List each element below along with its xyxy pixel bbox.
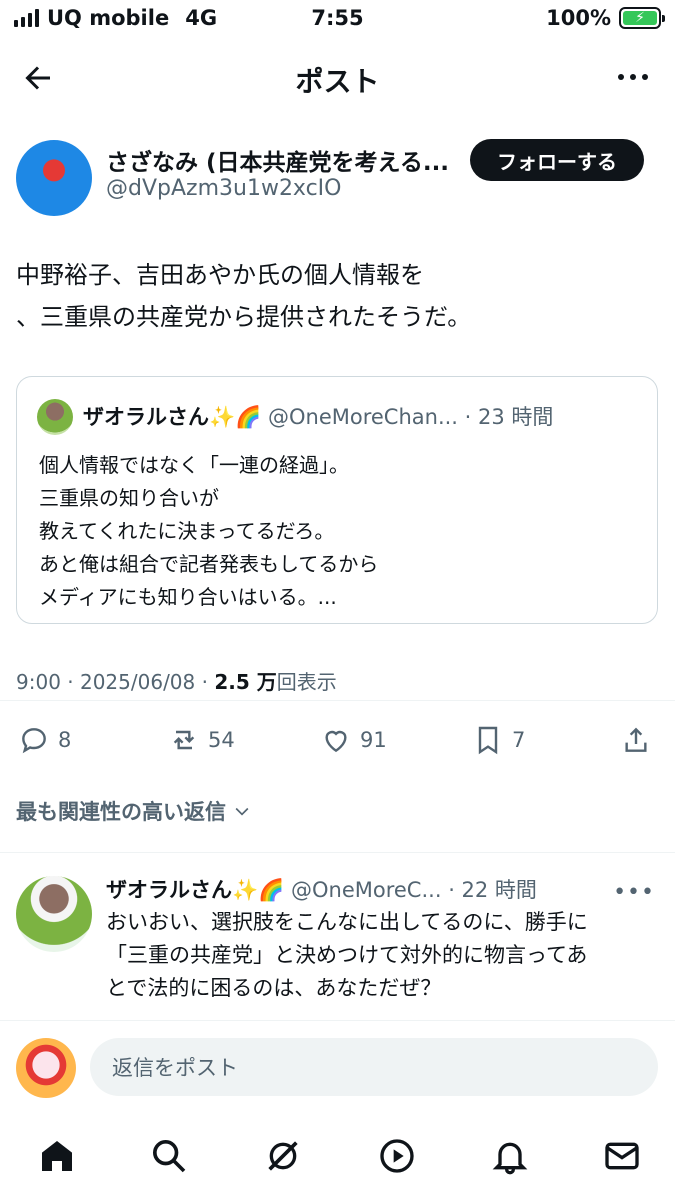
reply-input[interactable]: 返信をポスト (90, 1038, 658, 1096)
quote-timestamp: · 23 時間 (464, 405, 554, 429)
video-icon[interactable] (377, 1136, 417, 1176)
battery-percent: 100% (546, 6, 611, 30)
page-title: ポスト (295, 65, 380, 98)
divider (0, 700, 675, 701)
quote-header: ザオラルさん✨🌈 @OneMoreChan... · 23 時間 (83, 401, 553, 431)
author-handle[interactable]: @dVpAzm3u1w2xcIO (106, 176, 341, 201)
like-button[interactable]: 91 (320, 724, 387, 756)
author-avatar[interactable] (16, 140, 92, 216)
reply-line: おいおい、選択肢をこんなに出してるのに、勝手に (106, 910, 588, 934)
quote-line: あと俺は組合で記者発表もしてるから (39, 552, 379, 576)
quoted-post[interactable]: ザオラルさん✨🌈 @OneMoreChan... · 23 時間 個人情報ではな… (16, 376, 658, 624)
post-timestamp: 9:00 · 2025/06/08 · (16, 670, 215, 694)
view-label: 回表示 (276, 670, 337, 694)
header: ポスト (0, 48, 675, 108)
tweet-line: 、三重県の共産党から提供されたそうだ。 (16, 303, 472, 331)
user-avatar[interactable] (16, 1038, 76, 1098)
share-icon (625, 727, 647, 752)
messages-icon[interactable] (602, 1136, 642, 1176)
quote-line: 教えてくれたに決まってるだろ。 (39, 519, 335, 543)
status-bar: UQ mobile 4G 7:55 100% ⚡ (0, 0, 675, 40)
repost-icon (173, 730, 195, 750)
reply-avatar[interactable] (16, 876, 92, 952)
post-meta: 9:00 · 2025/06/08 · 2.5 万回表示 (16, 666, 337, 695)
tweet-line: 中野裕子、吉田あやか氏の個人情報を (16, 261, 424, 289)
divider (0, 1020, 675, 1021)
like-count: 91 (360, 728, 387, 752)
battery-info: 100% ⚡ (546, 6, 665, 30)
quote-author-name: ザオラルさん✨🌈 (83, 405, 262, 429)
sort-label: 最も関連性の高い返信 (16, 800, 226, 824)
view-count: 2.5 万 (214, 670, 277, 694)
notifications-icon[interactable] (490, 1136, 530, 1176)
heart-icon (325, 730, 347, 753)
reply-icon (22, 728, 46, 754)
quote-avatar (37, 399, 73, 435)
reply-button[interactable]: 8 (18, 724, 71, 756)
quote-line: 三重県の知り合いが (39, 486, 219, 510)
chevron-down-icon (235, 807, 249, 816)
bookmark-icon (478, 726, 498, 755)
quote-line: メディアにも知り合いはいる。... (39, 585, 337, 609)
quote-author-handle: @OneMoreChan... (267, 405, 458, 429)
reply-body: おいおい、選択肢をこんなに出してるのに、勝手に 「三重の共産党」と決めつけて対外… (106, 906, 666, 1005)
bookmark-count: 7 (512, 728, 526, 752)
grok-icon[interactable] (263, 1136, 303, 1176)
tweet-text: 中野裕子、吉田あやか氏の個人情報を 、三重県の共産党から提供されたそうだ。 (16, 254, 656, 338)
repost-count: 54 (208, 728, 235, 752)
author-name[interactable]: さざなみ (日本共産党を考える... (106, 143, 449, 177)
share-button[interactable] (620, 724, 652, 756)
repost-button[interactable]: 54 (168, 724, 235, 756)
reply-more-icon[interactable]: ••• (613, 880, 655, 905)
home-icon[interactable] (37, 1136, 77, 1176)
quote-line: 個人情報ではなく「一連の経過」。 (39, 453, 349, 477)
reply-author-handle[interactable]: @OneMoreC... (291, 878, 442, 902)
reply-line: 「三重の共産党」と決めつけて対外的に物言ってあ (106, 943, 588, 967)
more-options-icon[interactable] (613, 62, 653, 92)
quote-body: 個人情報ではなく「一連の経過」。 三重県の知り合いが 教えてくれたに決まってるだ… (39, 449, 378, 614)
reply-header: ザオラルさん✨🌈 @OneMoreC... · 22 時間 (106, 874, 537, 904)
divider (0, 852, 675, 853)
search-icon[interactable] (149, 1136, 189, 1176)
bookmark-button[interactable]: 7 (472, 724, 525, 756)
tab-bar (0, 1130, 675, 1190)
follow-button[interactable]: フォローする (470, 139, 644, 181)
battery-icon: ⚡ (619, 7, 665, 29)
reply-count: 8 (58, 728, 72, 752)
reply-timestamp: · 22 時間 (448, 878, 537, 902)
action-bar: 8 54 91 7 (0, 716, 675, 766)
reply-sort-selector[interactable]: 最も関連性の高い返信 (16, 796, 252, 826)
reply-author-name[interactable]: ザオラルさん✨🌈 (106, 878, 284, 902)
reply-line: とで法的に困るのは、あなただぜ？ (106, 976, 442, 1000)
